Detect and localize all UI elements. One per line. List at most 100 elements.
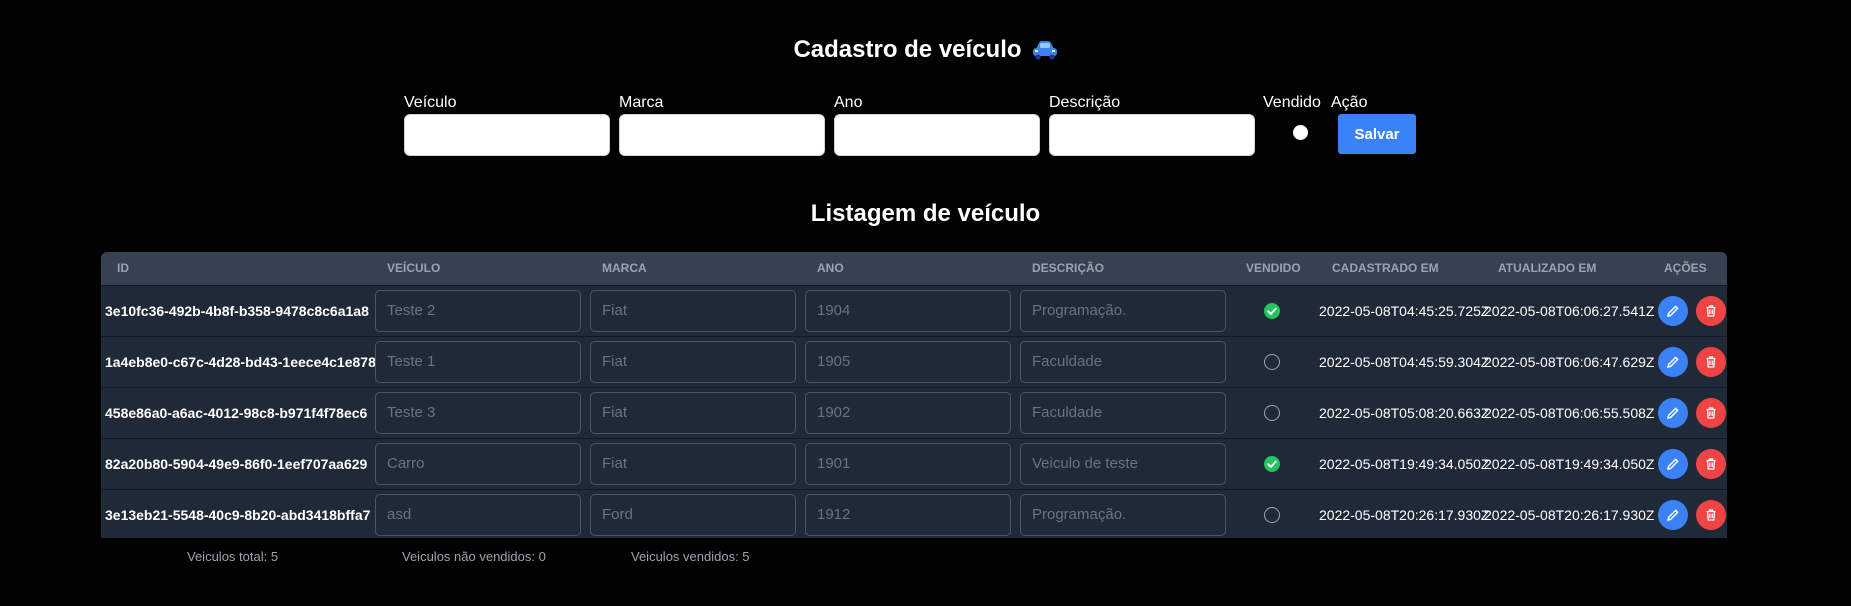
cell-atualizado: 2022-05-08T06:06:55.508Z bbox=[1484, 405, 1655, 421]
th-cadastrado: CADASTRADO EM bbox=[1332, 261, 1439, 275]
cell-veiculo-input[interactable]: Teste 3 bbox=[375, 392, 581, 434]
field-veiculo: Veículo bbox=[404, 92, 610, 156]
cell-marca-input[interactable]: Ford bbox=[590, 494, 796, 536]
cell-id: 3e13eb21-5548-40c9-8b20-abd3418bffa7 bbox=[105, 507, 371, 523]
delete-button[interactable] bbox=[1696, 347, 1726, 377]
th-ano: ANO bbox=[817, 261, 844, 275]
sold-indicator[interactable] bbox=[1264, 354, 1280, 370]
field-vendido: Vendido bbox=[1263, 92, 1323, 140]
cell-cadastrado: 2022-05-08T04:45:25.725Z bbox=[1319, 303, 1490, 319]
check-circle-icon[interactable] bbox=[1264, 303, 1280, 319]
cell-cadastrado: 2022-05-08T19:49:34.050Z bbox=[1319, 456, 1490, 472]
field-acao-label: Ação bbox=[1331, 94, 1368, 111]
pencil-icon bbox=[1666, 305, 1679, 318]
delete-button[interactable] bbox=[1696, 449, 1726, 479]
save-button[interactable]: Salvar bbox=[1338, 114, 1416, 154]
table-row: 3e13eb21-5548-40c9-8b20-abd3418bffa7 asd… bbox=[101, 489, 1727, 538]
pencil-icon bbox=[1666, 458, 1679, 471]
cell-veiculo-input[interactable]: asd bbox=[375, 494, 581, 536]
cell-descricao-input[interactable]: Faculdade bbox=[1020, 341, 1226, 383]
cell-descricao-input[interactable]: Faculdade bbox=[1020, 392, 1226, 434]
vehicle-table: ID VEÍCULO MARCA ANO DESCRIÇÃO VENDIDO C… bbox=[101, 252, 1727, 538]
delete-button[interactable] bbox=[1696, 398, 1726, 428]
edit-button[interactable] bbox=[1658, 347, 1688, 377]
veiculo-input[interactable] bbox=[404, 114, 610, 156]
cell-atualizado: 2022-05-08T19:49:34.050Z bbox=[1484, 456, 1655, 472]
th-atualizado: ATUALIZADO EM bbox=[1498, 261, 1597, 275]
cell-marca-input[interactable]: Fiat bbox=[590, 443, 796, 485]
delete-button[interactable] bbox=[1696, 500, 1726, 530]
field-descricao-label: Descrição bbox=[1049, 94, 1121, 111]
cell-atualizado: 2022-05-08T06:06:47.629Z bbox=[1484, 354, 1655, 370]
cell-id: 82a20b80-5904-49e9-86f0-1eef707aa629 bbox=[105, 456, 368, 472]
field-acao: Ação bbox=[1331, 92, 1367, 114]
car-icon bbox=[1032, 39, 1058, 67]
cell-marca-input[interactable]: Fiat bbox=[590, 290, 796, 332]
cell-ano-input[interactable]: 1902 bbox=[805, 392, 1011, 434]
cell-ano-input[interactable]: 1905 bbox=[805, 341, 1011, 383]
sold-indicator[interactable] bbox=[1264, 507, 1280, 523]
th-veiculo: VEÍCULO bbox=[387, 261, 441, 275]
cell-descricao-input[interactable]: Programação. bbox=[1020, 290, 1226, 332]
pencil-icon bbox=[1666, 356, 1679, 369]
total-count: Veiculos total: 5 bbox=[187, 549, 279, 564]
field-marca-label: Marca bbox=[619, 94, 664, 111]
cell-veiculo-input[interactable]: Teste 1 bbox=[375, 341, 581, 383]
ano-input[interactable] bbox=[834, 114, 1040, 156]
cell-descricao-input[interactable]: Veiculo de teste bbox=[1020, 443, 1226, 485]
cell-cadastrado: 2022-05-08T04:45:59.304Z bbox=[1319, 354, 1490, 370]
table-row: 458e86a0-a6ac-4012-98c8-b971f4f78ec6 Tes… bbox=[101, 387, 1727, 438]
list-title: Listagem de veículo bbox=[810, 200, 1041, 227]
cell-marca-input[interactable]: Fiat bbox=[590, 341, 796, 383]
cell-cadastrado: 2022-05-08T05:08:20.663Z bbox=[1319, 405, 1490, 421]
cell-veiculo-input[interactable]: Teste 2 bbox=[375, 290, 581, 332]
cell-ano-input[interactable]: 1904 bbox=[805, 290, 1011, 332]
trash-icon bbox=[1706, 305, 1716, 317]
cell-id: 1a4eb8e0-c67c-4d28-bd43-1eece4c1e878 bbox=[105, 354, 376, 370]
form-title-text: Cadastro de veículo bbox=[793, 36, 1022, 63]
vehicle-form: Veículo Marca Ano Descrição Vendido Ação… bbox=[0, 92, 1851, 162]
trash-icon bbox=[1706, 458, 1716, 470]
cell-id: 3e10fc36-492b-4b8f-b358-9478c8c6a1a8 bbox=[105, 303, 369, 319]
pencil-icon bbox=[1666, 407, 1679, 420]
field-vendido-label: Vendido bbox=[1263, 94, 1321, 111]
cell-atualizado: 2022-05-08T06:06:27.541Z bbox=[1484, 303, 1655, 319]
cell-veiculo-input[interactable]: Carro bbox=[375, 443, 581, 485]
table-row: 1a4eb8e0-c67c-4d28-bd43-1eece4c1e878 Tes… bbox=[101, 336, 1727, 387]
cell-ano-input[interactable]: 1901 bbox=[805, 443, 1011, 485]
trash-icon bbox=[1706, 407, 1716, 419]
vendido-radio[interactable] bbox=[1293, 125, 1308, 140]
edit-button[interactable] bbox=[1658, 500, 1688, 530]
cell-cadastrado: 2022-05-08T20:26:17.930Z bbox=[1319, 507, 1490, 523]
not-sold-count: Veiculos não vendidos: 0 bbox=[402, 549, 546, 564]
trash-icon bbox=[1706, 509, 1716, 521]
table-header: ID VEÍCULO MARCA ANO DESCRIÇÃO VENDIDO C… bbox=[101, 252, 1727, 285]
cell-marca-input[interactable]: Fiat bbox=[590, 392, 796, 434]
field-ano-label: Ano bbox=[834, 94, 863, 111]
sold-indicator[interactable] bbox=[1264, 405, 1280, 421]
cell-atualizado: 2022-05-08T20:26:17.930Z bbox=[1484, 507, 1655, 523]
th-id: ID bbox=[117, 261, 129, 275]
field-ano: Ano bbox=[834, 92, 1040, 156]
cell-id: 458e86a0-a6ac-4012-98c8-b971f4f78ec6 bbox=[105, 405, 368, 421]
field-marca: Marca bbox=[619, 92, 825, 156]
field-veiculo-label: Veículo bbox=[404, 94, 457, 111]
edit-button[interactable] bbox=[1658, 398, 1688, 428]
marca-input[interactable] bbox=[619, 114, 825, 156]
pencil-icon bbox=[1666, 509, 1679, 522]
check-circle-icon[interactable] bbox=[1264, 456, 1280, 472]
table-row: 3e10fc36-492b-4b8f-b358-9478c8c6a1a8 Tes… bbox=[101, 285, 1727, 336]
field-descricao: Descrição bbox=[1049, 92, 1255, 156]
th-acoes: AÇÕES bbox=[1664, 261, 1707, 275]
delete-button[interactable] bbox=[1696, 296, 1726, 326]
edit-button[interactable] bbox=[1658, 449, 1688, 479]
th-vendido: VENDIDO bbox=[1246, 261, 1301, 275]
sold-count: Veiculos vendidos: 5 bbox=[631, 549, 750, 564]
table-row: 82a20b80-5904-49e9-86f0-1eef707aa629 Car… bbox=[101, 438, 1727, 489]
cell-descricao-input[interactable]: Programação. bbox=[1020, 494, 1226, 536]
form-title: Cadastro de veículo bbox=[0, 36, 1851, 67]
descricao-input[interactable] bbox=[1049, 114, 1255, 156]
edit-button[interactable] bbox=[1658, 296, 1688, 326]
cell-ano-input[interactable]: 1912 bbox=[805, 494, 1011, 536]
th-marca: MARCA bbox=[602, 261, 647, 275]
